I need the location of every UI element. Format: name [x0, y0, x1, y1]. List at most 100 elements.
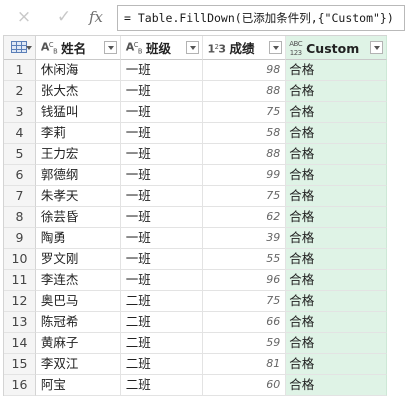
cell-name[interactable]: 罗文刚	[35, 249, 121, 270]
row-number[interactable]: 4	[4, 123, 36, 144]
cell-score[interactable]: 55	[203, 249, 287, 270]
cell-score[interactable]: 75	[203, 186, 287, 207]
cell-custom[interactable]: 合格	[286, 312, 387, 333]
row-number[interactable]: 6	[4, 165, 36, 186]
table-row[interactable]: 8 徐芸昏 一班 62 合格	[4, 207, 387, 228]
cell-class[interactable]: 一班	[120, 165, 204, 186]
cell-name[interactable]: 陈冠希	[35, 312, 121, 333]
cell-custom[interactable]: 合格	[286, 207, 387, 228]
cell-class[interactable]: 一班	[120, 186, 204, 207]
cell-custom[interactable]: 合格	[286, 81, 387, 102]
row-number[interactable]: 15	[4, 354, 36, 375]
formula-input[interactable]: = Table.FillDown(已添加条件列,{"Custom"})	[117, 5, 405, 31]
table-row[interactable]: 12 奥巴马 二班 75 合格	[4, 291, 387, 312]
cell-custom[interactable]: 合格	[286, 102, 387, 123]
cell-class[interactable]: 一班	[120, 207, 204, 228]
table-row[interactable]: 10 罗文刚 一班 55 合格	[4, 249, 387, 270]
table-row[interactable]: 9 陶勇 一班 39 合格	[4, 228, 387, 249]
row-number[interactable]: 8	[4, 207, 36, 228]
table-row[interactable]: 6 郭德纲 一班 99 合格	[4, 165, 387, 186]
cell-class[interactable]: 二班	[120, 375, 204, 396]
row-number[interactable]: 11	[4, 270, 36, 291]
cell-custom[interactable]: 合格	[286, 123, 387, 144]
row-number[interactable]: 2	[4, 81, 36, 102]
cell-custom[interactable]: 合格	[286, 354, 387, 375]
cell-name[interactable]: 陶勇	[35, 228, 121, 249]
cell-custom[interactable]: 合格	[286, 333, 387, 354]
row-number[interactable]: 16	[4, 375, 36, 396]
cell-class[interactable]: 一班	[120, 249, 204, 270]
cell-custom[interactable]: 合格	[286, 165, 387, 186]
cell-name[interactable]: 朱孝天	[35, 186, 121, 207]
cell-score[interactable]: 96	[203, 270, 287, 291]
cell-class[interactable]: 二班	[120, 333, 204, 354]
cell-name[interactable]: 郭德纲	[35, 165, 121, 186]
cell-score[interactable]: 62	[203, 207, 287, 228]
row-number[interactable]: 7	[4, 186, 36, 207]
table-row[interactable]: 14 黄麻子 二班 59 合格	[4, 333, 387, 354]
filter-dropdown-icon[interactable]	[370, 41, 383, 54]
cell-class[interactable]: 一班	[120, 144, 204, 165]
number-type-icon[interactable]: 123	[207, 43, 226, 55]
filter-dropdown-icon[interactable]	[103, 41, 117, 54]
cell-name[interactable]: 徐芸昏	[35, 207, 121, 228]
table-row[interactable]: 2 张大杰 一班 88 合格	[4, 81, 387, 102]
row-number[interactable]: 3	[4, 102, 36, 123]
cell-custom[interactable]: 合格	[286, 144, 387, 165]
cell-score[interactable]: 98	[203, 60, 287, 81]
cell-class[interactable]: 一班	[120, 270, 204, 291]
cell-score[interactable]: 60	[203, 375, 287, 396]
column-header-custom[interactable]: ABC 123 Custom	[286, 36, 387, 60]
cell-score[interactable]: 59	[203, 333, 287, 354]
cell-score[interactable]: 75	[203, 291, 287, 312]
filter-dropdown-icon[interactable]	[186, 41, 200, 54]
cell-name[interactable]: 钱猛叫	[35, 102, 121, 123]
row-number[interactable]: 12	[4, 291, 36, 312]
fx-icon[interactable]: fx	[84, 6, 108, 28]
cell-name[interactable]: 李双江	[35, 354, 121, 375]
cancel-icon[interactable]: ×	[12, 6, 36, 28]
cell-custom[interactable]: 合格	[286, 270, 387, 291]
cell-custom[interactable]: 合格	[286, 375, 387, 396]
row-number[interactable]: 1	[4, 60, 36, 81]
cell-score[interactable]: 39	[203, 228, 287, 249]
row-number[interactable]: 5	[4, 144, 36, 165]
cell-class[interactable]: 一班	[120, 123, 204, 144]
filter-dropdown-icon[interactable]	[269, 41, 283, 54]
row-number[interactable]: 10	[4, 249, 36, 270]
table-row[interactable]: 7 朱孝天 一班 75 合格	[4, 186, 387, 207]
table-row[interactable]: 1 休闲海 一班 98 合格	[4, 60, 387, 81]
text-type-icon[interactable]: ACB	[126, 41, 143, 56]
cell-name[interactable]: 阿宝	[35, 375, 121, 396]
cell-score[interactable]: 75	[203, 102, 287, 123]
cell-name[interactable]: 黄麻子	[35, 333, 121, 354]
cell-score[interactable]: 88	[203, 144, 287, 165]
table-row[interactable]: 16 阿宝 二班 60 合格	[4, 375, 387, 396]
column-header-score[interactable]: 123 成绩	[203, 36, 287, 60]
table-row[interactable]: 5 王力宏 一班 88 合格	[4, 144, 387, 165]
cell-score[interactable]: 81	[203, 354, 287, 375]
cell-custom[interactable]: 合格	[286, 228, 387, 249]
cell-name[interactable]: 休闲海	[35, 60, 121, 81]
cell-name[interactable]: 李连杰	[35, 270, 121, 291]
cell-score[interactable]: 58	[203, 123, 287, 144]
cell-class[interactable]: 一班	[120, 102, 204, 123]
row-number[interactable]: 14	[4, 333, 36, 354]
cell-class[interactable]: 一班	[120, 228, 204, 249]
cell-custom[interactable]: 合格	[286, 60, 387, 81]
column-header-name[interactable]: ACB 姓名	[35, 36, 121, 60]
table-menu-button[interactable]	[4, 36, 36, 60]
row-number[interactable]: 9	[4, 228, 36, 249]
table-row[interactable]: 13 陈冠希 二班 66 合格	[4, 312, 387, 333]
confirm-icon[interactable]: ✓	[52, 6, 76, 28]
any-type-icon[interactable]: ABC 123	[289, 40, 302, 58]
cell-name[interactable]: 奥巴马	[35, 291, 121, 312]
column-header-class[interactable]: ACB 班级	[120, 36, 204, 60]
row-number[interactable]: 13	[4, 312, 36, 333]
cell-class[interactable]: 一班	[120, 81, 204, 102]
cell-class[interactable]: 二班	[120, 312, 204, 333]
cell-custom[interactable]: 合格	[286, 291, 387, 312]
cell-score[interactable]: 88	[203, 81, 287, 102]
table-row[interactable]: 3 钱猛叫 一班 75 合格	[4, 102, 387, 123]
cell-score[interactable]: 99	[203, 165, 287, 186]
